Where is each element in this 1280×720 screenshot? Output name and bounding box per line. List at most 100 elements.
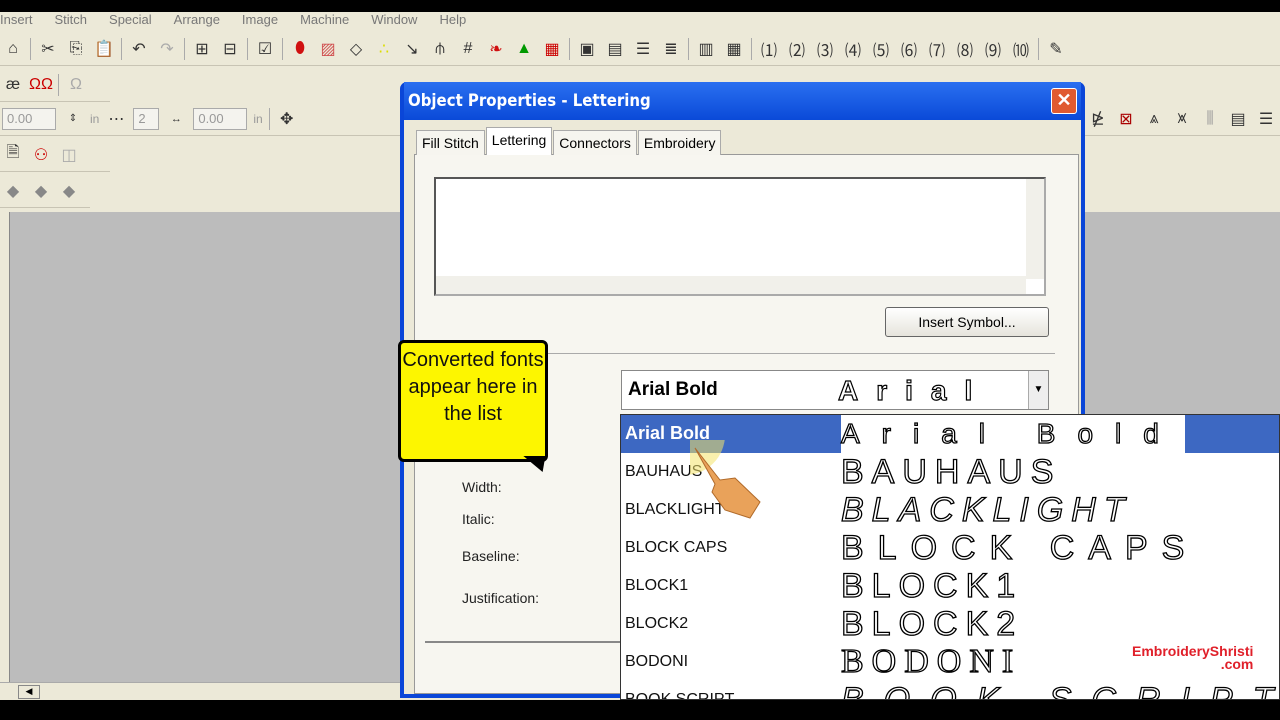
sort-icon[interactable]: ☰ <box>632 38 654 60</box>
ungroup-icon[interactable]: ⊟ <box>219 38 241 60</box>
letter-pair-icon[interactable]: ΩΩ <box>29 74 53 96</box>
stitch-c-icon[interactable]: ⩓ <box>1143 108 1165 130</box>
letter-adjust-icon[interactable]: Ω <box>65 74 87 96</box>
width-spin[interactable]: 0.00 <box>193 107 248 130</box>
outline-icon[interactable]: ◇ <box>345 38 367 60</box>
font-name: BLOCK2 <box>625 615 689 632</box>
font-item-block2[interactable]: BLOCK2 BLOCK2 <box>621 604 1279 643</box>
stitch-f-icon[interactable]: ▤ <box>1227 108 1249 130</box>
node-toolbar: ◆ ◆ ◆ <box>0 174 90 208</box>
line-icon[interactable]: ↘ <box>401 38 423 60</box>
redo-icon[interactable]: ↷ <box>156 38 178 60</box>
fn5-icon[interactable]: ⑸ <box>870 38 892 60</box>
group-icon[interactable]: ⊞ <box>191 38 213 60</box>
move-icon[interactable]: ✥ <box>276 108 298 130</box>
fn1-icon[interactable]: ⑴ <box>758 38 780 60</box>
stipple-icon[interactable]: ∴ <box>373 38 395 60</box>
grid-icon[interactable]: # <box>457 38 479 60</box>
menu-arrange[interactable]: Arrange <box>174 12 220 32</box>
main-toolbar: ⌂ ✂ ⎘ 📋 ↶ ↷ ⊞ ⊟ ☑ ⬮ ▨ ◇ ∴ ↘ ⫛ # ❧ ▲ ▦ ▣ … <box>0 32 1280 66</box>
satin-icon[interactable]: ⬮ <box>289 38 311 60</box>
fn7-icon[interactable]: ⑺ <box>926 38 948 60</box>
dialog-titlebar[interactable]: Object Properties - Lettering ✕ <box>404 82 1081 120</box>
stitch-a-icon[interactable]: ⋭ <box>1087 108 1109 130</box>
paste-icon[interactable]: 📋 <box>93 38 115 60</box>
watermark-logo: EmbroideryShristi .com <box>1132 644 1254 672</box>
mirror-icon[interactable]: ◫ <box>58 144 80 166</box>
font-preview: BODONI <box>840 642 1022 680</box>
unit-label: in <box>90 111 100 126</box>
undo-icon[interactable]: ↶ <box>128 38 150 60</box>
menu-help[interactable]: Help <box>439 12 466 32</box>
tab-embroidery[interactable]: Embroidery <box>637 130 722 155</box>
menu-machine[interactable]: Machine <box>300 12 349 32</box>
fn10-icon[interactable]: ⑽ <box>1010 38 1032 60</box>
width-icon: ↔ <box>170 112 182 125</box>
menu-stitch[interactable]: Stitch <box>55 12 88 32</box>
tab-fill-stitch[interactable]: Fill Stitch <box>416 130 485 155</box>
properties-icon[interactable]: 🗎 <box>2 144 24 166</box>
color-icon[interactable]: ▦ <box>541 38 563 60</box>
view-icon[interactable]: ▣ <box>576 38 598 60</box>
scroll-left-icon[interactable]: ◀ <box>18 685 40 699</box>
font-combobox[interactable]: Arial Bold Arial ▼ <box>621 370 1049 410</box>
table-icon[interactable]: ▤ <box>604 38 626 60</box>
menu-bar: Insert Stitch Special Arrange Image Mach… <box>0 12 1280 32</box>
watermark-line2: .com <box>1220 656 1254 672</box>
list-icon[interactable]: ≣ <box>660 38 682 60</box>
machine-icon[interactable]: ⌂ <box>2 38 24 60</box>
tab-connectors[interactable]: Connectors <box>553 130 637 155</box>
letter-spacing-icon[interactable]: æ <box>2 74 24 96</box>
fn4-icon[interactable]: ⑷ <box>842 38 864 60</box>
fill-icon[interactable]: ▨ <box>317 38 339 60</box>
needle-icon[interactable]: ⫛ <box>429 38 451 60</box>
applique-icon[interactable]: ❧ <box>485 38 507 60</box>
paint-icon[interactable]: ✎ <box>1045 38 1067 60</box>
node1-icon[interactable]: ◆ <box>2 180 24 202</box>
stitch-tool-icon[interactable]: ▥ <box>695 38 717 60</box>
stitch-tool2-icon[interactable]: ▦ <box>723 38 745 60</box>
close-icon[interactable]: ✕ <box>1051 88 1077 114</box>
insert-symbol-button[interactable]: Insert Symbol... <box>885 307 1049 337</box>
spin-arrows-icon[interactable]: ⇕ <box>62 108 84 130</box>
menu-special[interactable]: Special <box>109 12 152 32</box>
stitch-g-icon[interactable]: ☰ <box>1255 108 1277 130</box>
divider-bottom <box>425 641 635 643</box>
stitch-b-icon[interactable]: ⊠ <box>1115 108 1137 130</box>
node3-icon[interactable]: ◆ <box>58 180 80 202</box>
count-spin[interactable]: 2 <box>133 107 160 130</box>
font-preview: BLACKLIGHT <box>840 490 1133 529</box>
check-icon[interactable]: ☑ <box>254 38 276 60</box>
lettering-toolbar: æ ΩΩ Ω <box>0 68 110 102</box>
menu-insert[interactable]: Insert <box>0 12 33 32</box>
font-preview: BOOK SCRIPT <box>840 680 1280 700</box>
lettering-text-input[interactable] <box>434 177 1046 296</box>
pointing-hand-icon <box>690 440 761 519</box>
tab-lettering[interactable]: Lettering <box>485 127 553 155</box>
menu-window[interactable]: Window <box>371 12 417 32</box>
dialog-title: Object Properties - Lettering <box>408 91 651 111</box>
stitch-d-icon[interactable]: ⩙ <box>1171 108 1193 130</box>
font-item-book-script[interactable]: BOOK SCRIPT BOOK SCRIPT <box>621 680 1280 700</box>
font-preview: BLOCK1 <box>840 566 1024 605</box>
dropdown-arrow-icon[interactable]: ▼ <box>1028 371 1048 409</box>
spacing-toolbar: 0.00 ⇕ in ⋯ 2 ↔ 0.00 in ✥ <box>0 102 400 136</box>
fn2-icon[interactable]: ⑵ <box>786 38 808 60</box>
fn9-icon[interactable]: ⑼ <box>982 38 1004 60</box>
fn6-icon[interactable]: ⑹ <box>898 38 920 60</box>
stitch-e-icon[interactable]: ⫼ <box>1199 108 1221 130</box>
object-toolbar: 🗎 ⚇ ◫ <box>0 138 110 172</box>
text-horizontal-scrollbar[interactable] <box>436 276 1026 294</box>
vertical-scrollbar[interactable] <box>1026 179 1044 279</box>
image-icon[interactable]: ▲ <box>513 38 535 60</box>
fn8-icon[interactable]: ⑻ <box>954 38 976 60</box>
cut-icon[interactable]: ✂ <box>37 38 59 60</box>
menu-image[interactable]: Image <box>242 12 278 32</box>
spacing-spin[interactable]: 0.00 <box>2 107 56 130</box>
font-item-block-caps[interactable]: BLOCK CAPS BLOCK CAPS <box>621 528 1279 567</box>
people-icon[interactable]: ⚇ <box>30 144 52 166</box>
font-item-block1[interactable]: BLOCK1 BLOCK1 <box>621 566 1279 605</box>
fn3-icon[interactable]: ⑶ <box>814 38 836 60</box>
node2-icon[interactable]: ◆ <box>30 180 52 202</box>
copy-icon[interactable]: ⎘ <box>65 38 87 60</box>
